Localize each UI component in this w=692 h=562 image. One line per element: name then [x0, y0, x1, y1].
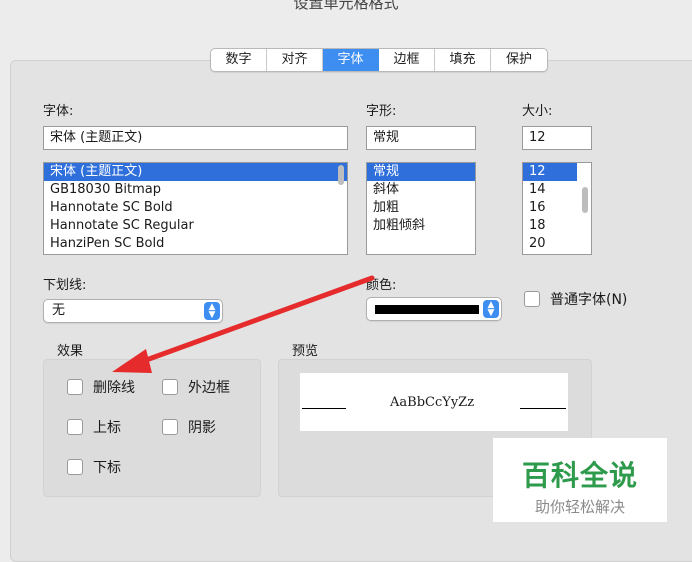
tab-number[interactable]: 数字	[211, 49, 267, 71]
tab-protection[interactable]: 保护	[491, 49, 547, 71]
tab-font[interactable]: 字体	[323, 49, 379, 71]
watermark-title: 百科全说	[521, 459, 638, 492]
tab-alignment[interactable]: 对齐	[267, 49, 323, 71]
watermark-logo: 百科全说 助你轻松解决	[493, 438, 667, 522]
tab-border[interactable]: 边框	[379, 49, 435, 71]
tab-bar: 数字 对齐 字体 边框 填充 保护	[210, 48, 548, 72]
tab-fill[interactable]: 填充	[435, 49, 491, 71]
watermark-subtitle: 助你轻松解决	[534, 498, 625, 516]
